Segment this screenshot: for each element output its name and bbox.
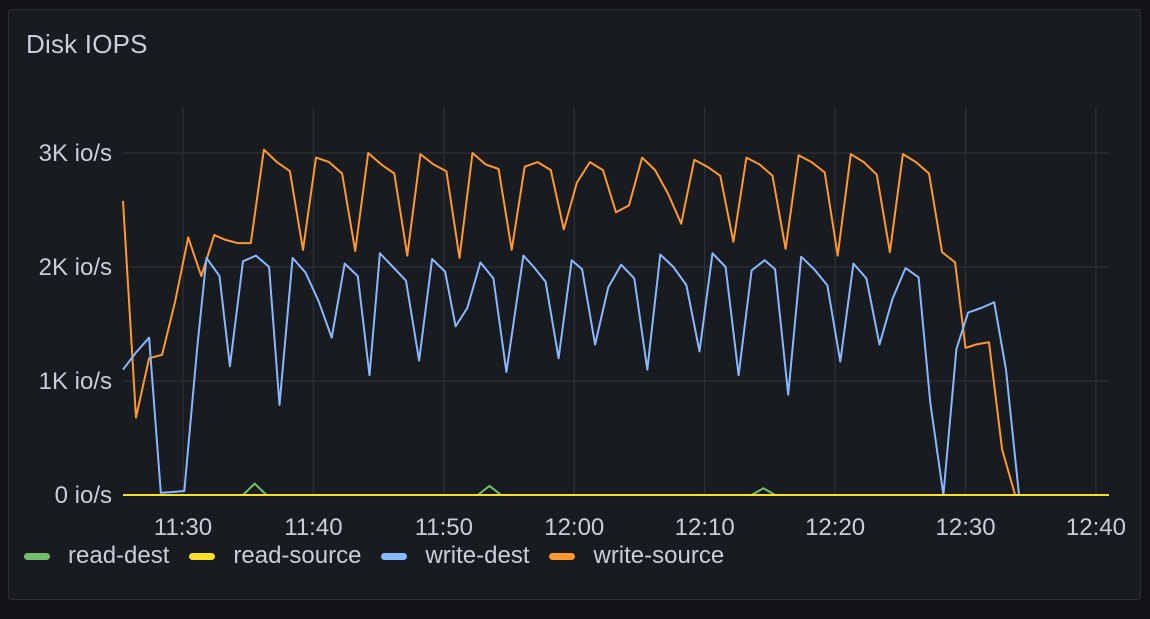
- y-tick-label: 0 io/s: [55, 482, 112, 509]
- x-axis-ticks: 11:30 11:40 11:50 12:00 12:10 12:20 12:30 12:40: [154, 514, 1126, 541]
- legend-label: write-dest: [425, 542, 530, 569]
- x-tick-label: 12:30: [936, 514, 996, 541]
- series-line-write-source[interactable]: [122, 148, 1109, 496]
- legend-label: write-source: [593, 542, 725, 569]
- x-tick-label: 12:20: [805, 514, 865, 541]
- x-tick-label: 12:40: [1066, 514, 1126, 541]
- legend-label: read-dest: [68, 542, 170, 569]
- x-tick-label: 11:40: [284, 514, 342, 541]
- x-tick-label: 11:30: [154, 514, 212, 541]
- legend-swatch: [381, 552, 408, 560]
- chart-series: [122, 148, 1109, 496]
- x-tick-label: 11:50: [415, 514, 473, 541]
- y-tick-label: 3K io/s: [39, 140, 112, 167]
- series-line-read-dest[interactable]: [123, 482, 1109, 496]
- legend-item-write-source[interactable]: write-source: [549, 542, 724, 570]
- legend-item-write-dest[interactable]: write-dest: [381, 542, 529, 570]
- legend-item-read-source[interactable]: read-source: [189, 542, 361, 570]
- x-tick-label: 12:00: [544, 514, 604, 541]
- disk-iops-chart: 0 io/s1K io/s2K io/s3K io/s 11:30 11:40 11…: [39, 107, 1126, 541]
- legend-swatch: [549, 552, 576, 560]
- legend-swatch: [189, 552, 216, 560]
- chart-legend: read-dest read-source write-dest write-sour…: [24, 542, 744, 570]
- legend-swatch: [24, 552, 50, 560]
- x-tick-label: 12:10: [675, 514, 735, 541]
- series-line-write-dest[interactable]: [122, 252, 1109, 496]
- y-tick-label: 1K io/s: [39, 368, 112, 395]
- y-axis-ticks: 0 io/s 1K io/s 2K io/s 3K io/s: [39, 140, 112, 509]
- legend-label: read-source: [233, 542, 362, 569]
- legend-item-read-dest[interactable]: read-dest: [24, 542, 169, 570]
- y-tick-label: 2K io/s: [39, 254, 112, 281]
